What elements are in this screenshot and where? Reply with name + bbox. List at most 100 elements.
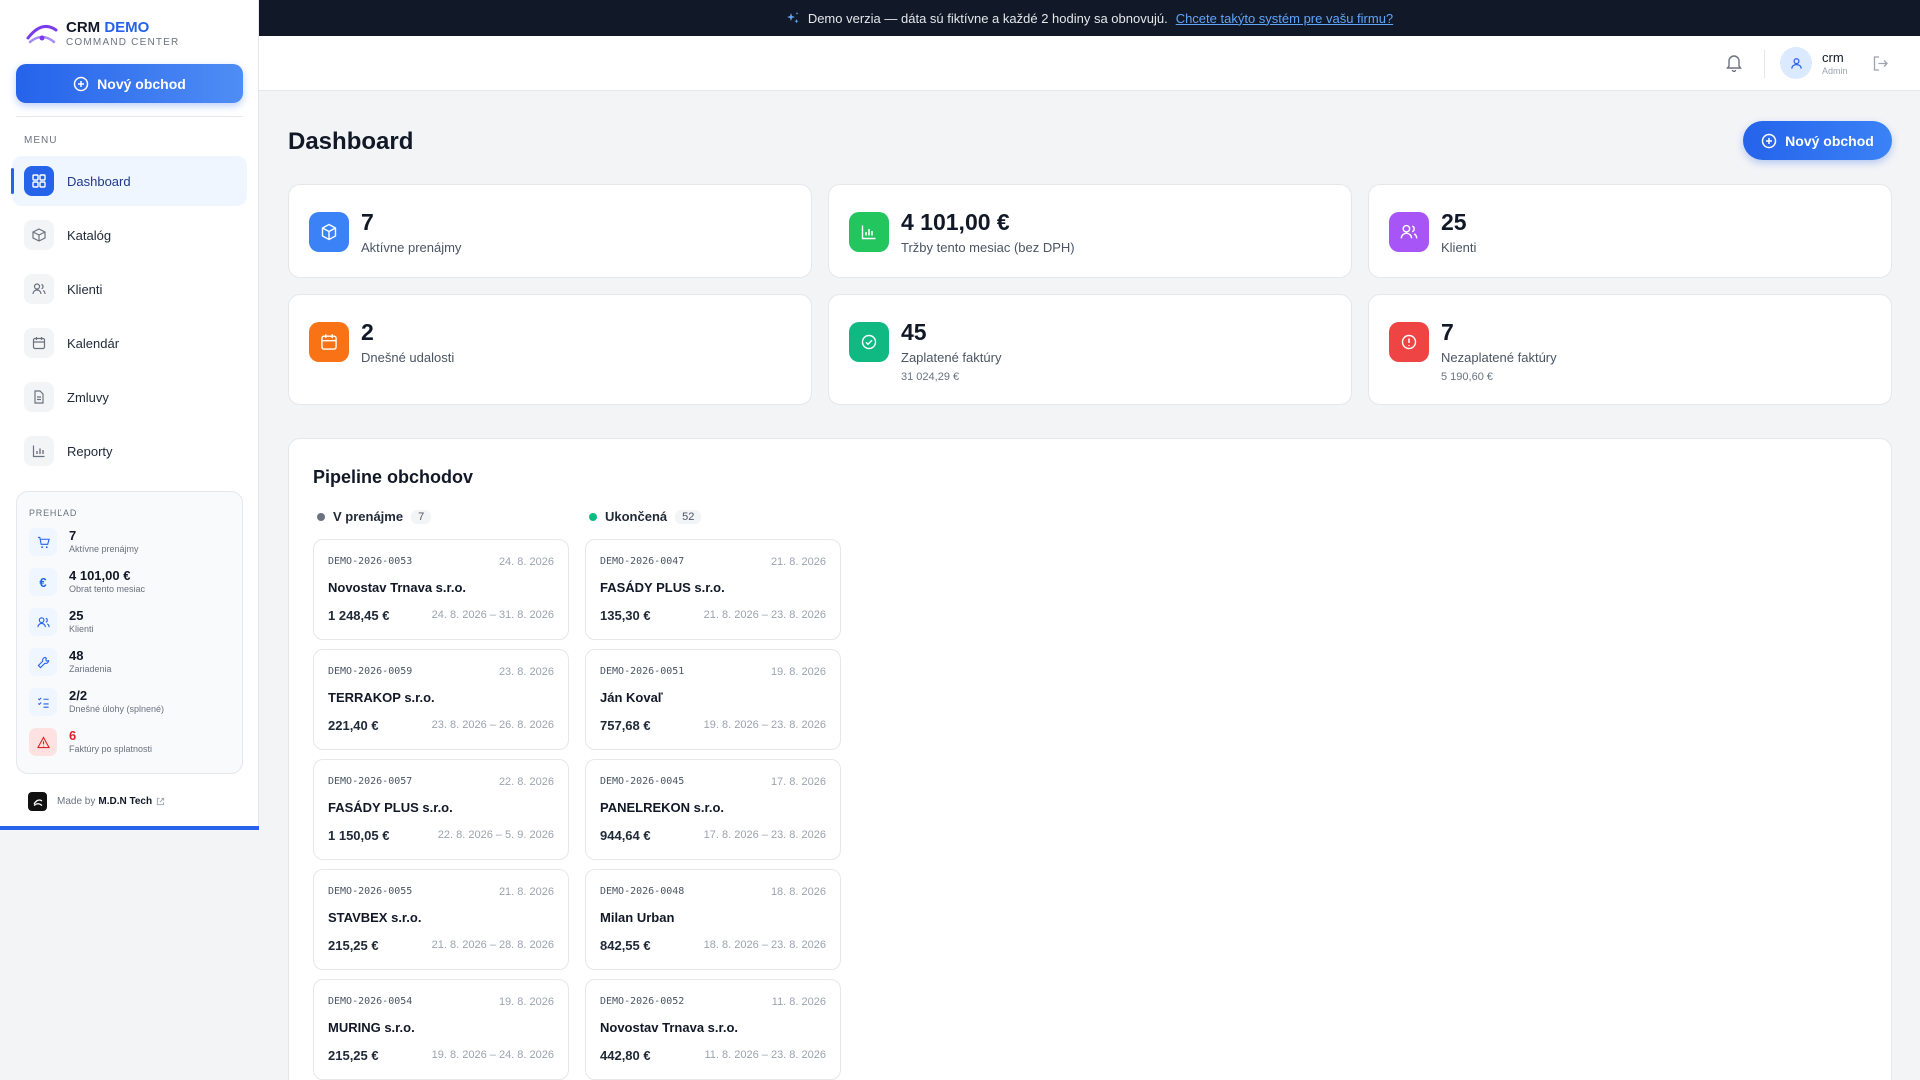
menu-label: MENU [24, 135, 58, 146]
stat-card-unpaid-invoices[interactable]: 7 Nezaplatené faktúry 5 190,60 € [1368, 294, 1892, 405]
deal-card[interactable]: DEMO-2026-0048 18. 8. 2026 Milan Urban 8… [585, 869, 841, 970]
overview-value: 25 [69, 608, 84, 623]
user-name: crm [1822, 49, 1844, 65]
stat-card-paid-invoices[interactable]: 45 Zaplatené faktúry 31 024,29 € [828, 294, 1352, 405]
sidebar-item-label: Kalendár [67, 335, 120, 351]
stat-card-monthly-revenue[interactable]: 4 101,00 € Tržby tento mesiac (bez DPH) [828, 184, 1352, 278]
sparkle-icon [786, 12, 799, 24]
sidebar-item-reports[interactable]: Reporty [12, 426, 247, 476]
stat-value: 7 [361, 209, 374, 235]
deal-date-range: 21. 8. 2026 – 28. 8. 2026 [431, 939, 554, 951]
deal-client: FASÁDY PLUS s.r.o. [328, 800, 453, 815]
banner-link[interactable]: Chcete takýto systém pre vašu firmu? [1176, 11, 1393, 26]
deal-date: 21. 8. 2026 [498, 886, 554, 898]
deal-card[interactable]: DEMO-2026-0052 11. 8. 2026 Novostav Trna… [585, 979, 841, 1080]
deal-date-range: 11. 8. 2026 – 23. 8. 2026 [704, 1049, 826, 1061]
deal-client: STAVBEX s.r.o. [328, 910, 422, 925]
new-deal-button[interactable]: Nový obchod [1743, 121, 1892, 160]
user-icon [1790, 57, 1802, 69]
document-icon [24, 382, 54, 412]
overview-row-label: Faktúry po splatnosti [69, 744, 153, 754]
sidebar-item-dashboard[interactable]: Dashboard [11, 156, 247, 206]
deal-id: DEMO-2026-0059 [328, 666, 413, 677]
stat-value: 45 [901, 319, 927, 345]
sidebar-item-calendar[interactable]: Kalendár [12, 318, 247, 368]
logout-icon[interactable] [1872, 55, 1889, 72]
deal-id: DEMO-2026-0057 [328, 776, 413, 787]
sidebar: CRM DEMO COMMAND CENTER Nový obchod MENU… [0, 0, 259, 828]
deal-amount: 215,25 € [328, 1048, 379, 1063]
euro-icon: € [29, 568, 57, 596]
deal-client: Ján Kovaľ [600, 690, 663, 705]
banner-text: Demo verzia — dáta sú fiktívne a každé 2… [807, 10, 1168, 26]
grid-icon [24, 166, 54, 196]
stat-label: Aktívne prenájmy [361, 240, 462, 255]
deal-id: DEMO-2026-0047 [600, 556, 685, 567]
calendar-icon [309, 322, 349, 362]
deal-date: 19. 8. 2026 [498, 996, 554, 1008]
sidebar-item-label: Reporty [67, 443, 113, 459]
deal-card[interactable]: DEMO-2026-0055 21. 8. 2026 STAVBEX s.r.o… [313, 869, 569, 970]
deal-card[interactable]: DEMO-2026-0045 17. 8. 2026 PANELREKON s.… [585, 759, 841, 860]
stat-label: Klienti [1441, 240, 1477, 255]
deal-card[interactable]: DEMO-2026-0051 19. 8. 2026 Ján Kovaľ 757… [585, 649, 841, 750]
stat-card-clients[interactable]: 25 Klienti [1368, 184, 1892, 278]
deal-client: MURING s.r.o. [328, 1020, 415, 1035]
stat-card-today-events[interactable]: 2 Dnešné udalosti [288, 294, 812, 405]
deal-card[interactable]: DEMO-2026-0057 22. 8. 2026 FASÁDY PLUS s… [313, 759, 569, 860]
sidebar-divider [16, 116, 243, 117]
deal-date-range: 17. 8. 2026 – 23. 8. 2026 [703, 829, 826, 841]
stat-value: 4 101,00 € [901, 209, 1010, 235]
sidebar-new-deal-button[interactable]: Nový obchod [16, 64, 243, 103]
sidebar-new-deal-label: Nový obchod [97, 75, 186, 92]
sidebar-item-contracts[interactable]: Zmluvy [12, 372, 247, 422]
pipeline-title: Pipeline obchodov [313, 467, 474, 487]
deal-date: 19. 8. 2026 [770, 666, 826, 678]
sidebar-item-clients[interactable]: Klienti [12, 264, 247, 314]
deal-card[interactable]: DEMO-2026-0059 23. 8. 2026 TERRAKOP s.r.… [313, 649, 569, 750]
pipeline-column-header: Ukončená 52 [589, 509, 702, 524]
deal-id: DEMO-2026-0048 [600, 886, 685, 897]
deal-amount: 442,80 € [600, 1048, 651, 1063]
overview-row-label: Obrat tento mesiac [69, 584, 146, 594]
alert-circle-icon [1389, 322, 1429, 362]
made-by-prefix: Made by [57, 796, 96, 807]
deal-amount: 1 150,05 € [328, 828, 390, 843]
demo-banner: Demo verzia — dáta sú fiktívne a každé 2… [259, 0, 1920, 36]
deal-id: DEMO-2026-0054 [328, 996, 413, 1007]
deal-card[interactable]: DEMO-2026-0053 24. 8. 2026 Novostav Trna… [313, 539, 569, 640]
made-by-link[interactable]: Made by M.D.N Tech [28, 792, 165, 811]
stat-card-active-rentals[interactable]: 7 Aktívne prenájmy [288, 184, 812, 278]
brand-logo[interactable]: CRM DEMO COMMAND CENTER [24, 16, 179, 52]
deal-client: Novostav Trnava s.r.o. [600, 1020, 739, 1035]
sidebar-item-label: Katalóg [67, 227, 112, 243]
sidebar-item-catalog[interactable]: Katalóg [12, 210, 247, 260]
deal-card[interactable]: DEMO-2026-0054 19. 8. 2026 MURING s.r.o.… [313, 979, 569, 1080]
package-icon [309, 212, 349, 252]
overview-row: 6 Faktúry po splatnosti [29, 728, 230, 768]
deal-amount: 135,30 € [600, 608, 651, 623]
overview-row: € 4 101,00 € Obrat tento mesiac [29, 568, 230, 608]
stat-value: 25 [1441, 209, 1467, 235]
deal-card[interactable]: DEMO-2026-0047 21. 8. 2026 FASÁDY PLUS s… [585, 539, 841, 640]
mdn-logo-icon [28, 792, 47, 811]
status-dot [589, 512, 597, 521]
users-icon [29, 608, 57, 636]
deal-id: DEMO-2026-0053 [328, 556, 413, 567]
plus-circle-icon [1761, 133, 1777, 148]
column-name: V prenájme [333, 509, 404, 524]
overview-row: 25 Klienti [29, 608, 230, 648]
pipeline-column-header: V prenájme 7 [317, 509, 432, 524]
bar-chart-icon [24, 436, 54, 466]
users-icon [24, 274, 54, 304]
user-menu[interactable]: crm Admin [1780, 47, 1848, 79]
overview-value: 48 [69, 648, 84, 663]
stat-label: Dnešné udalosti [361, 350, 455, 365]
overview-row: 48 Zariadenia [29, 648, 230, 688]
bell-icon[interactable] [1725, 53, 1743, 72]
bar-chart-icon [849, 212, 889, 252]
overview-row: 7 Aktívne prenájmy [29, 528, 230, 568]
deal-amount: 757,68 € [600, 718, 651, 733]
deal-date-range: 19. 8. 2026 – 23. 8. 2026 [703, 719, 826, 731]
check-circle-icon [849, 322, 889, 362]
